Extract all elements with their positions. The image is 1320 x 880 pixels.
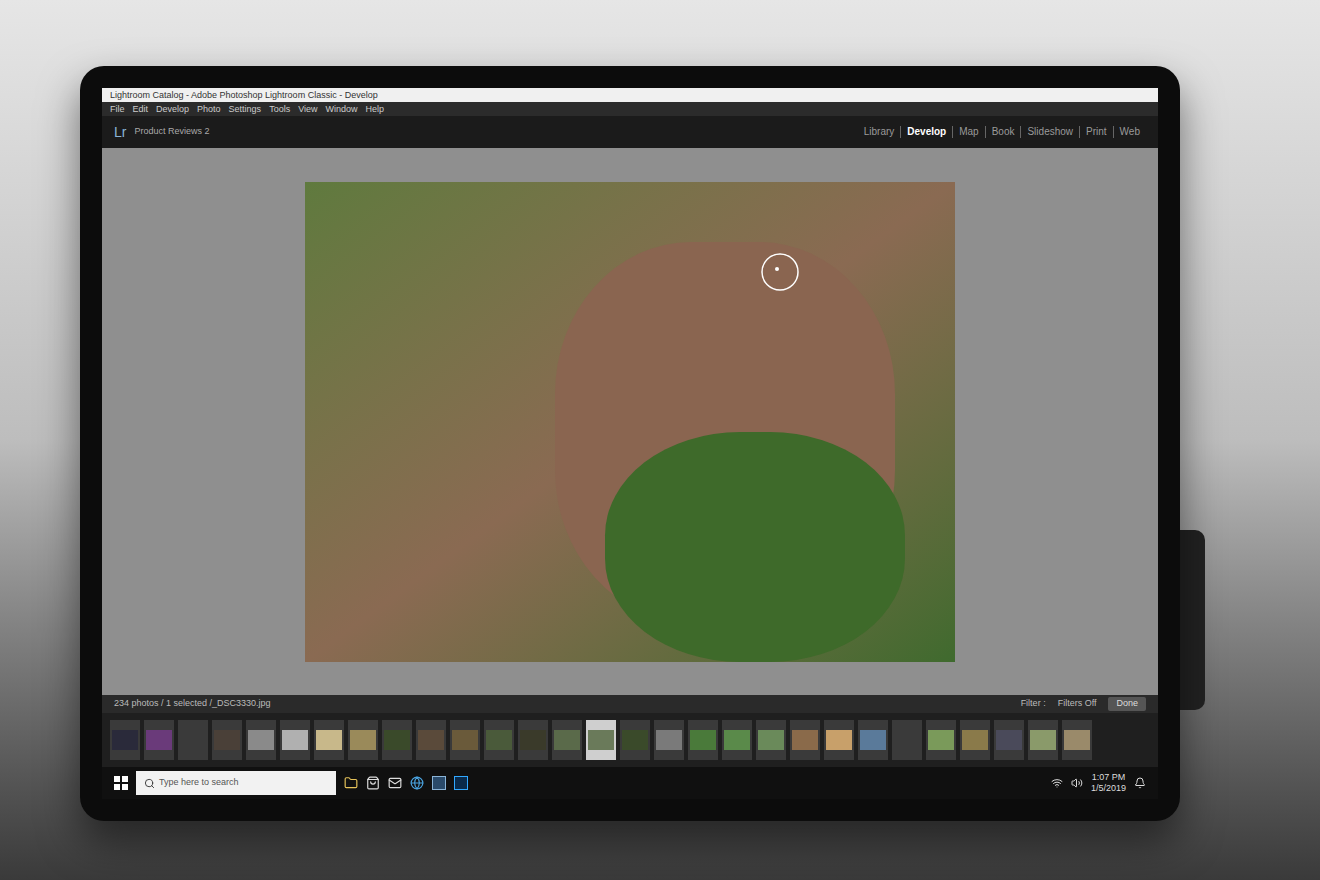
filmstrip-thumbnail[interactable] — [484, 720, 514, 760]
filmstrip-thumbnail[interactable] — [620, 720, 650, 760]
wifi-icon[interactable] — [1051, 777, 1063, 789]
bush — [605, 432, 905, 662]
taskbar-search[interactable]: Type here to search — [136, 771, 336, 795]
module-tab[interactable]: Develop — [900, 126, 952, 138]
menu-item[interactable]: Tools — [269, 102, 290, 116]
browser-icon[interactable] — [410, 776, 424, 790]
module-tab[interactable]: Map — [952, 126, 984, 138]
module-tab[interactable]: Print — [1079, 126, 1113, 138]
photoshop-taskbar-icon[interactable] — [454, 776, 468, 790]
module-tab[interactable]: Book — [985, 126, 1021, 138]
date: 1/5/2019 — [1091, 783, 1126, 794]
filmstrip-thumbnail[interactable] — [178, 720, 208, 760]
filmstrip-thumbnail[interactable] — [994, 720, 1024, 760]
menu-bar: File Edit Develop Photo Settings Tools View Win… — [102, 102, 1158, 116]
catalog-name: Product Reviews 2 — [134, 125, 209, 139]
menu-item[interactable]: Edit — [133, 102, 149, 116]
filmstrip-thumbnail[interactable] — [586, 720, 616, 760]
filmstrip-thumbnail[interactable] — [518, 720, 548, 760]
filmstrip-thumbnail[interactable] — [348, 720, 378, 760]
filmstrip-thumbnail[interactable] — [858, 720, 888, 760]
filmstrip-thumbnail[interactable] — [960, 720, 990, 760]
screen: Lightroom Catalog - Adobe Photoshop Ligh… — [102, 88, 1158, 799]
mail-icon[interactable] — [388, 776, 402, 790]
menu-item[interactable]: View — [298, 102, 317, 116]
window-title: Lightroom Catalog - Adobe Photoshop Ligh… — [110, 88, 378, 102]
filmstrip-thumbnail[interactable] — [280, 720, 310, 760]
filmstrip-thumbnail[interactable] — [110, 720, 140, 760]
filmstrip-thumbnail[interactable] — [382, 720, 412, 760]
lightroom-taskbar-icon[interactable] — [432, 776, 446, 790]
filmstrip-thumbnail[interactable] — [450, 720, 480, 760]
filter-value[interactable]: Filters Off — [1058, 697, 1097, 711]
store-icon[interactable] — [366, 776, 380, 790]
menu-item[interactable]: File — [110, 102, 125, 116]
title-bar: Lightroom Catalog - Adobe Photoshop Ligh… — [102, 88, 1158, 102]
photo — [305, 182, 955, 662]
menu-item[interactable]: Develop — [156, 102, 189, 116]
module-tab[interactable]: Library — [858, 126, 901, 138]
done-button[interactable]: Done — [1108, 697, 1146, 711]
notification-icon[interactable] — [1134, 777, 1146, 789]
filmstrip — [102, 713, 1158, 767]
module-tab[interactable]: Web — [1113, 126, 1146, 138]
volume-icon[interactable] — [1071, 777, 1083, 789]
clock[interactable]: 1:07 PM1/5/2019 — [1091, 772, 1126, 794]
monitor: Lightroom Catalog - Adobe Photoshop Ligh… — [80, 66, 1180, 821]
folder-icon[interactable] — [344, 776, 358, 790]
scene: Lightroom Catalog - Adobe Photoshop Ligh… — [0, 0, 1320, 880]
filmstrip-thumbnail[interactable] — [1028, 720, 1058, 760]
filmstrip-thumbnail[interactable] — [552, 720, 582, 760]
filmstrip-thumbnail[interactable] — [314, 720, 344, 760]
brush-cursor-icon — [760, 252, 800, 292]
taskbar: Type here to search 1:07 PM1/5/2019 — [102, 767, 1158, 799]
filter-label: Filter : — [1021, 697, 1046, 711]
module-picker: LibraryDevelopMapBookSlideshowPrintWeb — [858, 126, 1146, 138]
module-tab[interactable]: Slideshow — [1020, 126, 1079, 138]
filmstrip-info: 234 photos / 1 selected /_DSC3330.jpg — [114, 697, 271, 711]
header: Lr Product Reviews 2 LibraryDevelopMapBook… — [102, 116, 1158, 148]
filmstrip-thumbnail[interactable] — [790, 720, 820, 760]
filmstrip-thumbnail[interactable] — [756, 720, 786, 760]
filmstrip-thumbnail[interactable] — [1062, 720, 1092, 760]
filmstrip-thumbnail[interactable] — [824, 720, 854, 760]
windows-logo-icon[interactable] — [114, 776, 128, 790]
search-icon — [144, 778, 155, 789]
menu-item[interactable]: Settings — [229, 102, 262, 116]
time: 1:07 PM — [1092, 772, 1126, 783]
filmstrip-thumbnail[interactable] — [654, 720, 684, 760]
lr-logo: Lr — [114, 122, 126, 143]
menu-item[interactable]: Help — [366, 102, 385, 116]
menu-item[interactable]: Photo — [197, 102, 221, 116]
filmstrip-toolbar: 234 photos / 1 selected /_DSC3330.jpg Fil… — [102, 695, 1158, 713]
filmstrip-thumbnail[interactable] — [144, 720, 174, 760]
filmstrip-thumbnail[interactable] — [212, 720, 242, 760]
filmstrip-thumbnail[interactable] — [688, 720, 718, 760]
filmstrip-thumbnail[interactable] — [926, 720, 956, 760]
filmstrip-thumbnail[interactable] — [722, 720, 752, 760]
main-view — [102, 148, 1158, 695]
filmstrip-thumbnail[interactable] — [416, 720, 446, 760]
menu-item[interactable]: Window — [326, 102, 358, 116]
filmstrip-thumbnail[interactable] — [892, 720, 922, 760]
filmstrip-thumbnail[interactable] — [246, 720, 276, 760]
